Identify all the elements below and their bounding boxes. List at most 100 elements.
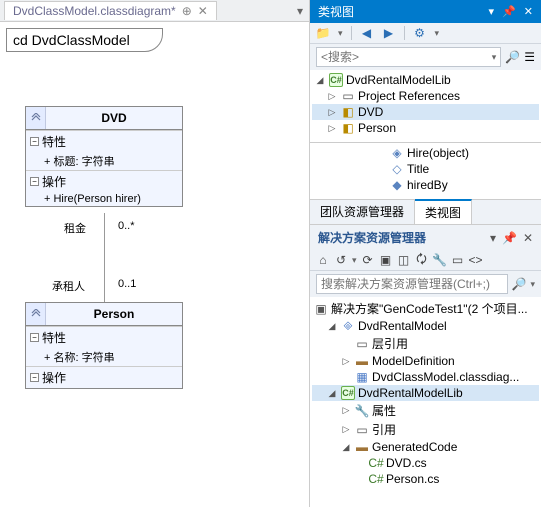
layer-ref-icon: ▭: [355, 337, 369, 351]
collapse-icon[interactable]: ▣: [379, 253, 393, 267]
show-all-icon[interactable]: ◫: [397, 253, 411, 267]
solution-toolbar: ⌂ ↺▾ ⟳ ▣ ◫ 🗘 🔧 ▭ <>: [310, 250, 541, 271]
op-hire[interactable]: + Hire(Person hirer): [26, 192, 182, 206]
classview-title-bar: 类视图 ▾ 📌 ✕: [310, 0, 541, 23]
file-person-cs[interactable]: C#Person.cs: [312, 471, 539, 487]
class-icon: ◧: [341, 105, 355, 119]
class-header: Person: [26, 303, 182, 326]
solution-tree: ▣解决方案"GenCodeTest1"(2 个项目... ◢🞜DvdRental…: [310, 297, 541, 507]
solution-icon: ▣: [314, 302, 328, 316]
tab-label: DvdClassModel.classdiagram*: [13, 4, 176, 18]
close-icon[interactable]: ✕: [524, 5, 533, 18]
tree-person[interactable]: ▷◧Person: [312, 120, 539, 136]
csharp-file-icon: C#: [369, 456, 383, 470]
diagram-title: cd DvdClassModel: [6, 28, 163, 52]
csharp-project-icon: C#: [329, 73, 343, 87]
tree-dvd[interactable]: ▷◧DVD: [312, 104, 539, 120]
class-person[interactable]: Person −特性 + 名称: 字符串 −操作: [25, 302, 183, 389]
solution-explorer-title-bar: 解决方案资源管理器 ▾ 📌 ✕: [310, 225, 541, 250]
references-icon: ▭: [355, 423, 369, 437]
chevron-up-icon[interactable]: [26, 303, 46, 325]
property-icon: ◇: [390, 162, 404, 176]
csharp-file-icon: C#: [369, 472, 383, 486]
node-layer-ref[interactable]: ▭层引用: [312, 334, 539, 353]
panel-title: 类视图: [318, 3, 354, 20]
close-icon[interactable]: ✕: [198, 4, 208, 18]
dropdown-icon[interactable]: ▾: [489, 5, 495, 18]
preview-icon[interactable]: ▭: [451, 253, 465, 267]
member-hiredby[interactable]: ◆hiredBy: [312, 177, 539, 193]
node-generatedcode[interactable]: ◢▬GeneratedCode: [312, 439, 539, 455]
collapse-toggle[interactable]: −: [30, 137, 39, 146]
properties-icon[interactable]: 🔧: [433, 253, 447, 267]
pin-icon[interactable]: ⊕: [182, 4, 192, 18]
search-icon[interactable]: 🔎: [505, 50, 520, 64]
folder-icon: ▬: [355, 354, 369, 368]
classview-members: ◈Hire(object) ◇Title ◆hiredBy: [310, 143, 541, 199]
tree-root[interactable]: ◢C#DvdRentalModelLib: [312, 72, 539, 88]
pin-icon[interactable]: 📌: [502, 5, 516, 18]
back-icon[interactable]: ↺: [334, 253, 348, 267]
search-dropdown-icon[interactable]: ▾: [492, 52, 497, 63]
member-hire[interactable]: ◈Hire(object): [312, 145, 539, 161]
prop-name[interactable]: + 名称: 字符串: [26, 348, 182, 366]
collapse-toggle[interactable]: −: [30, 333, 39, 342]
classview-search-input[interactable]: [321, 50, 492, 64]
panel-title: 解决方案资源管理器: [318, 229, 426, 246]
file-dvd-cs[interactable]: C#DVD.cs: [312, 455, 539, 471]
solution-root[interactable]: ▣解决方案"GenCodeTest1"(2 个项目...: [312, 299, 539, 318]
member-title[interactable]: ◇Title: [312, 161, 539, 177]
tree-projrefs[interactable]: ▷▭Project References: [312, 88, 539, 104]
solution-search-row: 🔎▾: [310, 271, 541, 297]
references-icon: ▭: [341, 89, 355, 103]
classview-tree: ◢C#DvdRentalModelLib ▷▭Project Reference…: [310, 70, 541, 142]
collapse-toggle[interactable]: −: [30, 373, 39, 382]
chevron-up-icon[interactable]: [26, 107, 46, 129]
sync-icon[interactable]: ⟳: [361, 253, 375, 267]
forward-icon[interactable]: ▶: [382, 26, 396, 40]
node-classdiagram[interactable]: ▦DvdClassModel.classdiag...: [312, 369, 539, 385]
node-references[interactable]: ▷▭引用: [312, 420, 539, 439]
props-header[interactable]: −特性: [26, 327, 182, 348]
search-input-wrap: [316, 274, 508, 294]
code-icon[interactable]: <>: [469, 253, 483, 267]
folder-icon: ▬: [355, 440, 369, 454]
search-icon[interactable]: 🔎: [512, 277, 527, 291]
collapse-toggle[interactable]: −: [30, 177, 39, 186]
settings-icon[interactable]: ⚙: [413, 26, 427, 40]
association-line[interactable]: [104, 213, 105, 302]
tab-overflow-icon[interactable]: ▾: [297, 4, 303, 18]
search-input-wrap: ▾: [316, 47, 501, 67]
assoc-tenant-label: 承租人: [52, 278, 85, 294]
tab-dvdclassmodel[interactable]: DvdClassModel.classdiagram* ⊕ ✕: [4, 1, 217, 20]
tab-class-view[interactable]: 类视图: [415, 199, 472, 224]
ops-header[interactable]: −操作: [26, 171, 182, 192]
proj-dvdrentalmodel[interactable]: ◢🞜DvdRentalModel: [312, 318, 539, 334]
class-name: Person: [46, 303, 182, 325]
class-icon: ◧: [341, 121, 355, 135]
refresh-icon[interactable]: 🗘: [415, 253, 429, 267]
csharp-project-icon: C#: [341, 386, 355, 400]
class-dvd[interactable]: DVD −特性 + 标题: 字符串 −操作 + Hire(Person hire…: [25, 106, 183, 207]
node-properties[interactable]: ▷🔧属性: [312, 401, 539, 420]
ops-header[interactable]: −操作: [26, 367, 182, 388]
diagram-canvas[interactable]: cd DvdClassModel DVD −特性 + 标题: 字符串 −操作 +…: [0, 22, 309, 507]
pin-icon[interactable]: 📌: [502, 231, 517, 245]
tab-team-explorer[interactable]: 团队资源管理器: [310, 200, 415, 224]
list-icon[interactable]: ☰: [524, 50, 535, 64]
close-icon[interactable]: ✕: [523, 231, 533, 245]
diagram-icon: ▦: [355, 370, 369, 384]
prop-title[interactable]: + 标题: 字符串: [26, 152, 182, 170]
proj-dvdrentalmodellib[interactable]: ◢C#DvdRentalModelLib: [312, 385, 539, 401]
class-name: DVD: [46, 107, 182, 129]
assoc-tenant-mult: 0..1: [118, 278, 136, 290]
node-modeldef[interactable]: ▷▬ModelDefinition: [312, 353, 539, 369]
assoc-rent-label: 租金: [64, 220, 86, 236]
solution-search-input[interactable]: [321, 277, 503, 291]
assoc-rent-mult: 0..*: [118, 220, 135, 232]
dropdown-icon[interactable]: ▾: [490, 231, 496, 245]
back-icon[interactable]: ◀: [360, 26, 374, 40]
new-folder-icon[interactable]: 📁: [316, 26, 330, 40]
props-header[interactable]: −特性: [26, 131, 182, 152]
home-icon[interactable]: ⌂: [316, 253, 330, 267]
